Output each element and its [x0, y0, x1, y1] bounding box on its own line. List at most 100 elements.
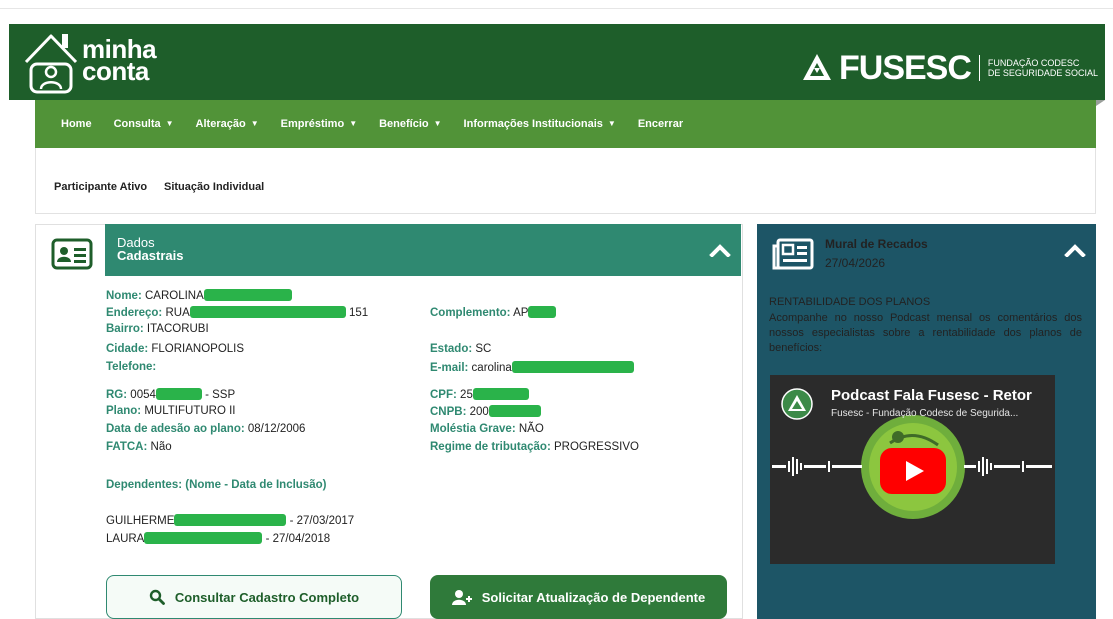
id-card-icon	[51, 238, 93, 270]
value-suffix: - SSP	[205, 389, 236, 401]
mural-date: 27/04/2026	[825, 256, 886, 270]
dependentes-heading: Dependentes: (Nome - Data de Inclusão)	[106, 479, 326, 492]
dados-cadastrais-header[interactable]: Dados Cadastrais	[105, 224, 741, 276]
value: PROGRESSIVO	[553, 441, 639, 453]
minha-conta-logo[interactable]: minha conta	[82, 36, 157, 86]
label: Regime de tributação:	[430, 441, 551, 453]
label: Estado:	[430, 343, 473, 355]
nav-encerrar[interactable]: Encerrar	[638, 118, 683, 130]
nav-label: Encerrar	[637, 118, 684, 130]
redaction-mask	[472, 388, 529, 400]
label: Complemento:	[430, 307, 511, 319]
field-cpf: CPF: 25	[430, 388, 529, 402]
label: Dependentes: (Nome - Data de Inclusão)	[106, 479, 327, 491]
field-telefone: Telefone:	[106, 361, 156, 374]
fusesc-logo[interactable]: FUSESC FUNDAÇÃO CODESC DE SEGURIDADE SOC…	[801, 50, 1098, 86]
value: NÃO	[518, 423, 544, 435]
redaction-mask	[203, 289, 292, 301]
video-title[interactable]: Podcast Fala Fusesc - Retor	[831, 387, 1053, 404]
value: carolina	[471, 362, 512, 374]
label: Nome:	[106, 290, 142, 302]
label: Telefone:	[106, 361, 157, 373]
label: Endereço:	[106, 307, 163, 319]
nav-informacoes[interactable]: Informações Institucionais ▼	[464, 118, 616, 130]
logo-line2: conta	[82, 56, 149, 86]
nav-label: Benefício	[379, 118, 429, 130]
value: AP	[513, 307, 529, 319]
dependente-date: - 27/04/2018	[265, 533, 331, 545]
main-nav: Home Consulta ▼ Alteração ▼ Empréstimo ▼ Be…	[35, 100, 1096, 148]
search-icon	[149, 589, 165, 605]
button-label: Consultar Cadastro Completo	[174, 589, 360, 605]
nav-consulta[interactable]: Consulta ▼	[114, 118, 174, 130]
brand-sub-line2: DE SEGURIDADE SOCIAL	[987, 68, 1098, 78]
label: FATCA:	[106, 441, 148, 453]
caret-down-icon: ▼	[165, 119, 174, 128]
consultar-cadastro-button[interactable]: Consultar Cadastro Completo	[106, 575, 402, 619]
mural-heading: RENTABILIDADE DOS PLANOS	[769, 296, 931, 308]
brand-sub-line1: FUNDAÇÃO CODESC	[987, 58, 1080, 68]
label: RG:	[106, 389, 128, 401]
value: 200	[469, 406, 489, 418]
value: ITACORUBI	[146, 323, 209, 335]
fusesc-recycle-mark-icon	[803, 54, 831, 80]
channel-avatar-icon[interactable]	[781, 388, 813, 420]
brand-separator	[978, 55, 980, 81]
field-fatca: FATCA: Não	[106, 441, 172, 454]
button-label: Solicitar Atualização de Dependente	[481, 589, 706, 605]
play-button-icon[interactable]	[880, 448, 946, 494]
value-number: 151	[348, 307, 369, 319]
caret-down-icon: ▼	[433, 119, 442, 128]
nav-home[interactable]: Home	[61, 118, 92, 130]
panel-title-line2: Cadastrais	[117, 248, 184, 263]
brand-subtitle: FUNDAÇÃO CODESC DE SEGURIDADE SOCIAL	[988, 58, 1098, 78]
label: Bairro:	[106, 323, 144, 335]
value: MULTIFUTURO II	[144, 405, 236, 417]
label: E-mail:	[430, 362, 469, 374]
value: CAROLINA	[144, 290, 204, 302]
youtube-video-embed[interactable]: Podcast Fala Fusesc - Retor Fusesc - Fun…	[770, 375, 1055, 564]
dependente-row: GUILHERME - 27/03/2017	[106, 514, 354, 528]
field-endereco: Endereço: RUA 151	[106, 306, 368, 320]
value: 08/12/2006	[247, 423, 306, 435]
caret-down-icon: ▼	[250, 119, 259, 128]
nav-label: Informações Institucionais	[463, 118, 603, 130]
solicitar-atualizacao-button[interactable]: Solicitar Atualização de Dependente	[430, 575, 727, 619]
add-user-icon	[451, 590, 472, 605]
nav-label: Empréstimo	[280, 118, 345, 130]
nav-emprestimo[interactable]: Empréstimo ▼	[281, 118, 358, 130]
redaction-mask	[189, 306, 346, 318]
chevron-up-icon[interactable]	[1064, 243, 1086, 257]
field-molestia-grave: Moléstia Grave: NÃO	[430, 423, 544, 436]
dependente-name: LAURA	[106, 533, 145, 545]
participant-bar: Participante Ativo Situação Individual	[35, 148, 1096, 214]
mural-text: Acompanhe no nosso Podcast mensal os com…	[769, 312, 1082, 354]
nav-beneficio[interactable]: Benefício ▼	[379, 118, 441, 130]
redaction-mask	[488, 405, 541, 417]
redaction-mask	[528, 306, 557, 318]
field-email: E-mail: carolina	[430, 361, 634, 375]
nav-label: Consulta	[113, 118, 161, 130]
situacao-individual-link[interactable]: Situação Individual	[164, 181, 264, 193]
value: Não	[150, 441, 172, 453]
dependente-name: GUILHERME	[106, 515, 175, 527]
label: Cidade:	[106, 343, 149, 355]
fusesc-brand-name: FUSESC	[839, 49, 972, 87]
value: RUA	[165, 307, 190, 319]
participant-status: Participante Ativo	[54, 181, 148, 193]
nav-alteracao[interactable]: Alteração ▼	[196, 118, 259, 130]
chevron-up-icon[interactable]	[709, 243, 731, 257]
dados-cadastrais-panel	[35, 224, 743, 619]
nav-label: Home	[61, 118, 92, 130]
video-channel: Fusesc - Fundação Codesc de Segurida...	[831, 408, 1019, 419]
field-bairro: Bairro: ITACORUBI	[106, 323, 209, 336]
redaction-mask	[144, 532, 263, 544]
caret-down-icon: ▼	[349, 119, 358, 128]
mural-title: Mural de Recados	[825, 237, 928, 251]
value: FLORIANOPOLIS	[151, 343, 245, 355]
field-data-adesao: Data de adesão ao plano: 08/12/2006	[106, 423, 305, 436]
field-plano: Plano: MULTIFUTURO II	[106, 405, 236, 418]
field-nome: Nome: CAROLINA	[106, 289, 292, 303]
dependente-date: - 27/03/2017	[289, 515, 355, 527]
field-cidade: Cidade: FLORIANOPOLIS	[106, 343, 244, 356]
